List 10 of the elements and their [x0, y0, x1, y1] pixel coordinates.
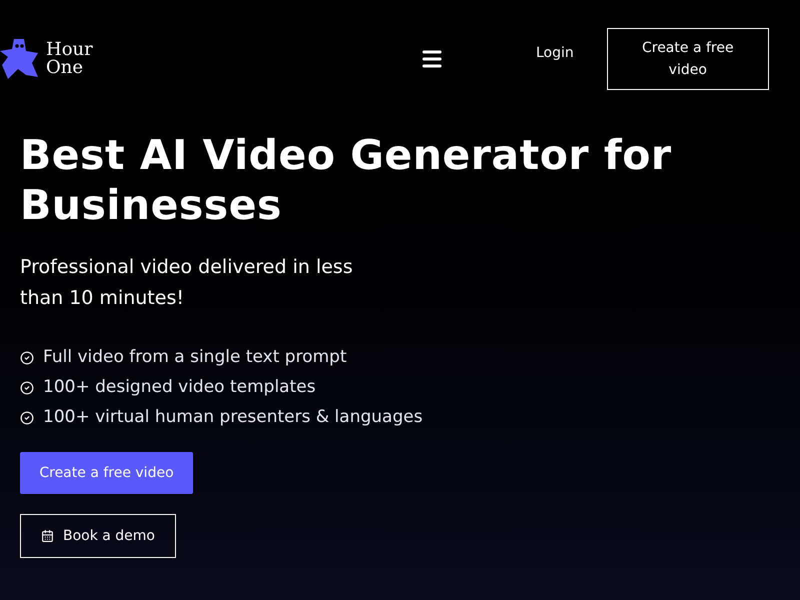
hero-subtitle: Professional video delivered in less than 10 minutes!: [20, 255, 354, 311]
create-video-button[interactable]: Create a free video: [606, 28, 769, 90]
hero-title: Best AI Video Generator for Businesses: [20, 130, 673, 230]
logo-text[interactable]: Hour One: [46, 41, 93, 77]
login-link[interactable]: Login: [536, 43, 574, 64]
feature-text: Full video from a single text prompt: [43, 346, 347, 370]
create-video-button[interactable]: Create a free video: [20, 452, 193, 494]
feature-text: 100+ virtual human presenters & languages: [43, 406, 423, 430]
feature-text: 100+ designed video templates: [43, 376, 316, 400]
book-demo-button[interactable]: Book a demo: [20, 514, 176, 558]
